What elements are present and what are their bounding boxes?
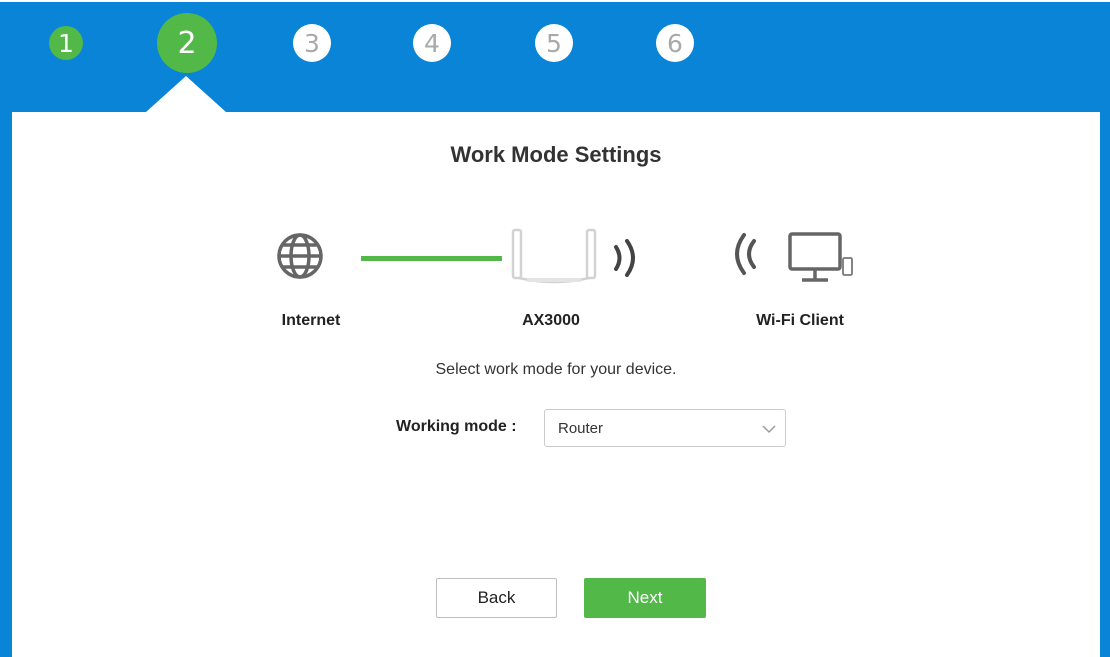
wifi-client-label: Wi-Fi Client <box>756 312 844 329</box>
step-3: 3 <box>293 24 331 62</box>
router-icon <box>511 228 597 284</box>
wifi-signal-icon <box>614 239 635 277</box>
current-step-pointer <box>146 76 226 112</box>
topology-diagram: Internet AX3000 Wi-Fi Client <box>12 222 1100 342</box>
working-mode-value: Router <box>558 420 604 437</box>
back-button[interactable]: Back <box>436 578 557 618</box>
device-model-label: AX3000 <box>522 312 580 329</box>
step-1: 1 <box>49 26 83 60</box>
page-title: Work Mode Settings <box>450 142 662 167</box>
monitor-phone-icon <box>735 232 853 282</box>
step-2-current: 2 <box>157 13 217 73</box>
globe-icon <box>277 233 323 279</box>
internet-label: Internet <box>281 312 341 329</box>
connection-line <box>361 256 502 261</box>
step-5: 5 <box>535 24 573 62</box>
working-mode-select[interactable]: Router <box>544 409 786 447</box>
chevron-down-icon <box>762 425 776 434</box>
instruction-text: Select work mode for your device. <box>435 361 677 378</box>
step-6: 6 <box>656 24 694 62</box>
next-button[interactable]: Next <box>584 578 706 618</box>
working-mode-label: Working mode : <box>396 418 517 435</box>
wizard-panel: Work Mode Settings Internet AX3000 Wi-Fi… <box>12 112 1100 657</box>
step-4: 4 <box>413 24 451 62</box>
step-indicator: 1 2 3 4 5 6 <box>0 0 1110 112</box>
